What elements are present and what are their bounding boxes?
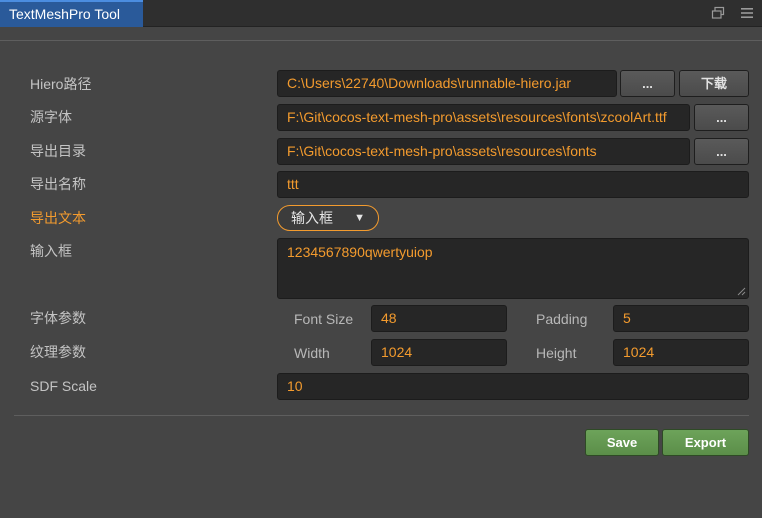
source-font-field[interactable]: F:\Git\cocos-text-mesh-pro\assets\resour… — [277, 104, 690, 131]
sdf-scale-field[interactable]: 10 — [277, 373, 749, 400]
hiero-path-label: Hiero路径 — [30, 76, 92, 92]
input-box-label: 输入框 — [30, 243, 72, 259]
top-divider — [0, 40, 762, 41]
resize-handle-icon[interactable] — [737, 287, 746, 296]
tab-bar: TextMeshPro Tool — [0, 0, 762, 27]
padding-field[interactable]: 5 — [613, 305, 749, 332]
hiero-browse-button[interactable]: ... — [620, 70, 675, 97]
hiero-download-button[interactable]: 下载 — [679, 70, 749, 97]
save-button[interactable]: Save — [585, 429, 659, 456]
height-field[interactable]: 1024 — [613, 339, 749, 366]
texture-params-label: 纹理参数 — [30, 344, 86, 360]
export-dir-label: 导出目录 — [30, 143, 86, 159]
width-label: Width — [294, 345, 330, 361]
export-text-label: 导出文本 — [30, 210, 86, 226]
menu-icon[interactable] — [740, 6, 754, 20]
tab-textmeshpro-tool[interactable]: TextMeshPro Tool — [0, 0, 143, 27]
hiero-path-field[interactable]: C:\Users\22740\Downloads\runnable-hiero.… — [277, 70, 617, 97]
export-name-label: 导出名称 — [30, 176, 86, 192]
export-dir-browse-button[interactable]: ... — [694, 138, 749, 165]
sdf-scale-label: SDF Scale — [30, 378, 97, 394]
height-label: Height — [536, 345, 577, 361]
export-text-dropdown[interactable]: 输入框 ▼ — [277, 205, 379, 231]
export-dir-field[interactable]: F:\Git\cocos-text-mesh-pro\assets\resour… — [277, 138, 690, 165]
bottom-divider — [14, 415, 749, 416]
font-size-label: Font Size — [294, 311, 354, 327]
dropdown-caret-icon: ▼ — [354, 212, 365, 224]
font-params-label: 字体参数 — [30, 310, 86, 326]
input-box-textarea[interactable]: 1234567890qwertyuiop — [277, 238, 749, 299]
padding-label: Padding — [536, 311, 588, 327]
export-name-field[interactable]: ttt — [277, 171, 749, 198]
export-text-selected: 输入框 — [291, 210, 333, 226]
source-font-browse-button[interactable]: ... — [694, 104, 749, 131]
font-size-field[interactable]: 48 — [371, 305, 507, 332]
popout-window-icon[interactable] — [711, 6, 725, 20]
width-field[interactable]: 1024 — [371, 339, 507, 366]
source-font-label: 源字体 — [30, 109, 72, 125]
input-box-text: 1234567890qwertyuiop — [287, 244, 433, 260]
export-button[interactable]: Export — [662, 429, 749, 456]
